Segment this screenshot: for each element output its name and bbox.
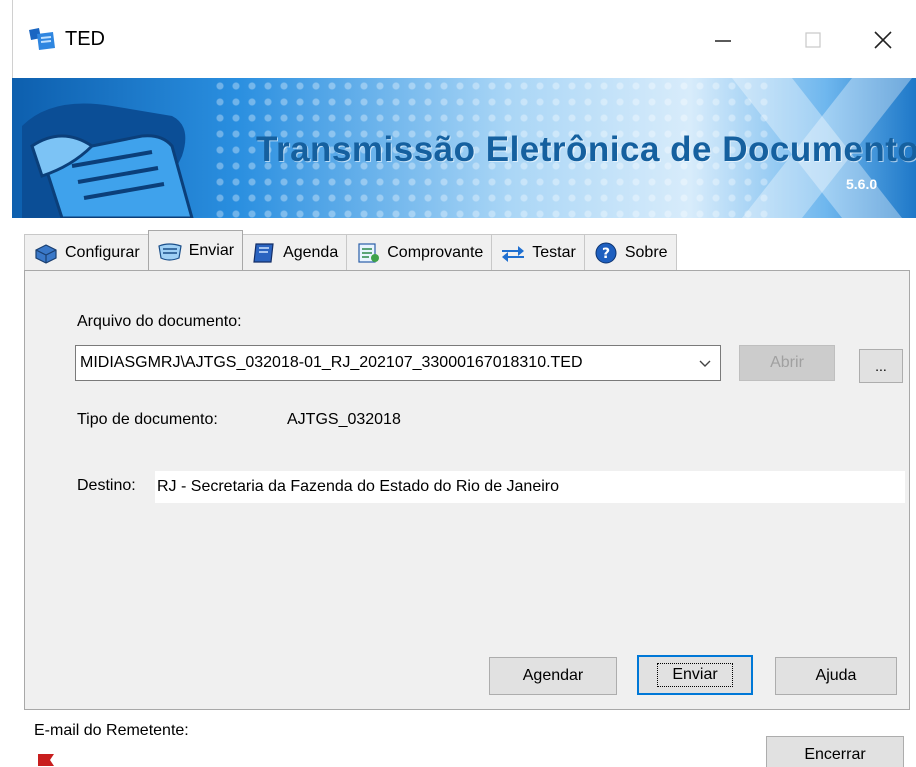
tab-label: Testar <box>532 243 576 261</box>
tab-sobre[interactable]: ? Sobre <box>583 234 677 270</box>
close-window-button[interactable] <box>853 22 913 58</box>
close-app-button[interactable]: Encerrar <box>766 736 904 767</box>
file-path-value: MIDIASGMRJ\AJTGS_032018-01_RJ_202107_330… <box>80 354 583 371</box>
send-icon <box>158 242 182 261</box>
tab-comprovante[interactable]: Comprovante <box>346 234 493 270</box>
title-bar: TED <box>12 0 916 78</box>
tab-agenda[interactable]: Agenda <box>242 234 348 270</box>
tab-label: Comprovante <box>387 243 484 261</box>
close-icon <box>874 31 892 49</box>
configure-icon <box>35 243 57 264</box>
window-title: TED <box>65 28 105 50</box>
send-button[interactable]: Enviar <box>637 655 753 695</box>
help-button[interactable]: Ajuda <box>775 657 897 695</box>
sender-email-label: E-mail do Remetente: <box>34 722 189 739</box>
maximize-button[interactable] <box>783 22 843 58</box>
minimize-icon <box>715 40 731 42</box>
minimize-button[interactable] <box>693 22 753 58</box>
maximize-icon <box>805 32 821 48</box>
tab-enviar[interactable]: Enviar <box>147 230 244 270</box>
chevron-down-icon <box>699 360 711 367</box>
document-type-value: AJTGS_032018 <box>287 411 401 428</box>
send-button-label: Enviar <box>657 663 733 687</box>
app-banner: Transmissão Eletrônica de Documentos <box>12 78 916 218</box>
destination-label: Destino: <box>77 477 136 494</box>
destination-value: RJ - Secretaria da Fazenda do Estado do … <box>157 478 560 495</box>
tab-label: Enviar <box>188 241 235 259</box>
tab-label: Agenda <box>283 243 339 261</box>
browse-button[interactable]: ... <box>859 349 903 383</box>
banner-title: Transmissão Eletrônica de Documentos <box>256 130 916 169</box>
svg-text:?: ? <box>602 246 610 262</box>
document-scroll-icon <box>22 103 194 218</box>
help-icon: ? <box>595 242 617 263</box>
test-arrows-icon <box>502 245 525 262</box>
tab-strip: Configurar Enviar Agenda Comprovante Tes… <box>24 230 677 270</box>
combo-dropdown-button[interactable] <box>690 358 720 368</box>
tab-label: Configurar <box>65 243 140 261</box>
enviar-panel: Arquivo do documento: MIDIASGMRJ\AJTGS_0… <box>24 270 910 710</box>
open-button[interactable]: Abrir <box>739 345 835 381</box>
destination-field: RJ - Secretaria da Fazenda do Estado do … <box>155 471 905 503</box>
document-type-label: Tipo de documento: <box>77 411 218 428</box>
version-label: 5.6.0 <box>846 176 878 192</box>
schedule-button[interactable]: Agendar <box>489 657 617 695</box>
receipt-icon <box>358 242 380 263</box>
ted-app-icon <box>29 28 55 50</box>
tab-label: Sobre <box>624 243 668 261</box>
warning-flag-icon <box>38 754 54 766</box>
agenda-book-icon <box>253 242 274 263</box>
tab-configurar[interactable]: Configurar <box>24 234 149 270</box>
file-path-combobox[interactable]: MIDIASGMRJ\AJTGS_032018-01_RJ_202107_330… <box>75 345 721 381</box>
file-label: Arquivo do documento: <box>77 313 242 330</box>
tab-testar[interactable]: Testar <box>491 234 585 270</box>
